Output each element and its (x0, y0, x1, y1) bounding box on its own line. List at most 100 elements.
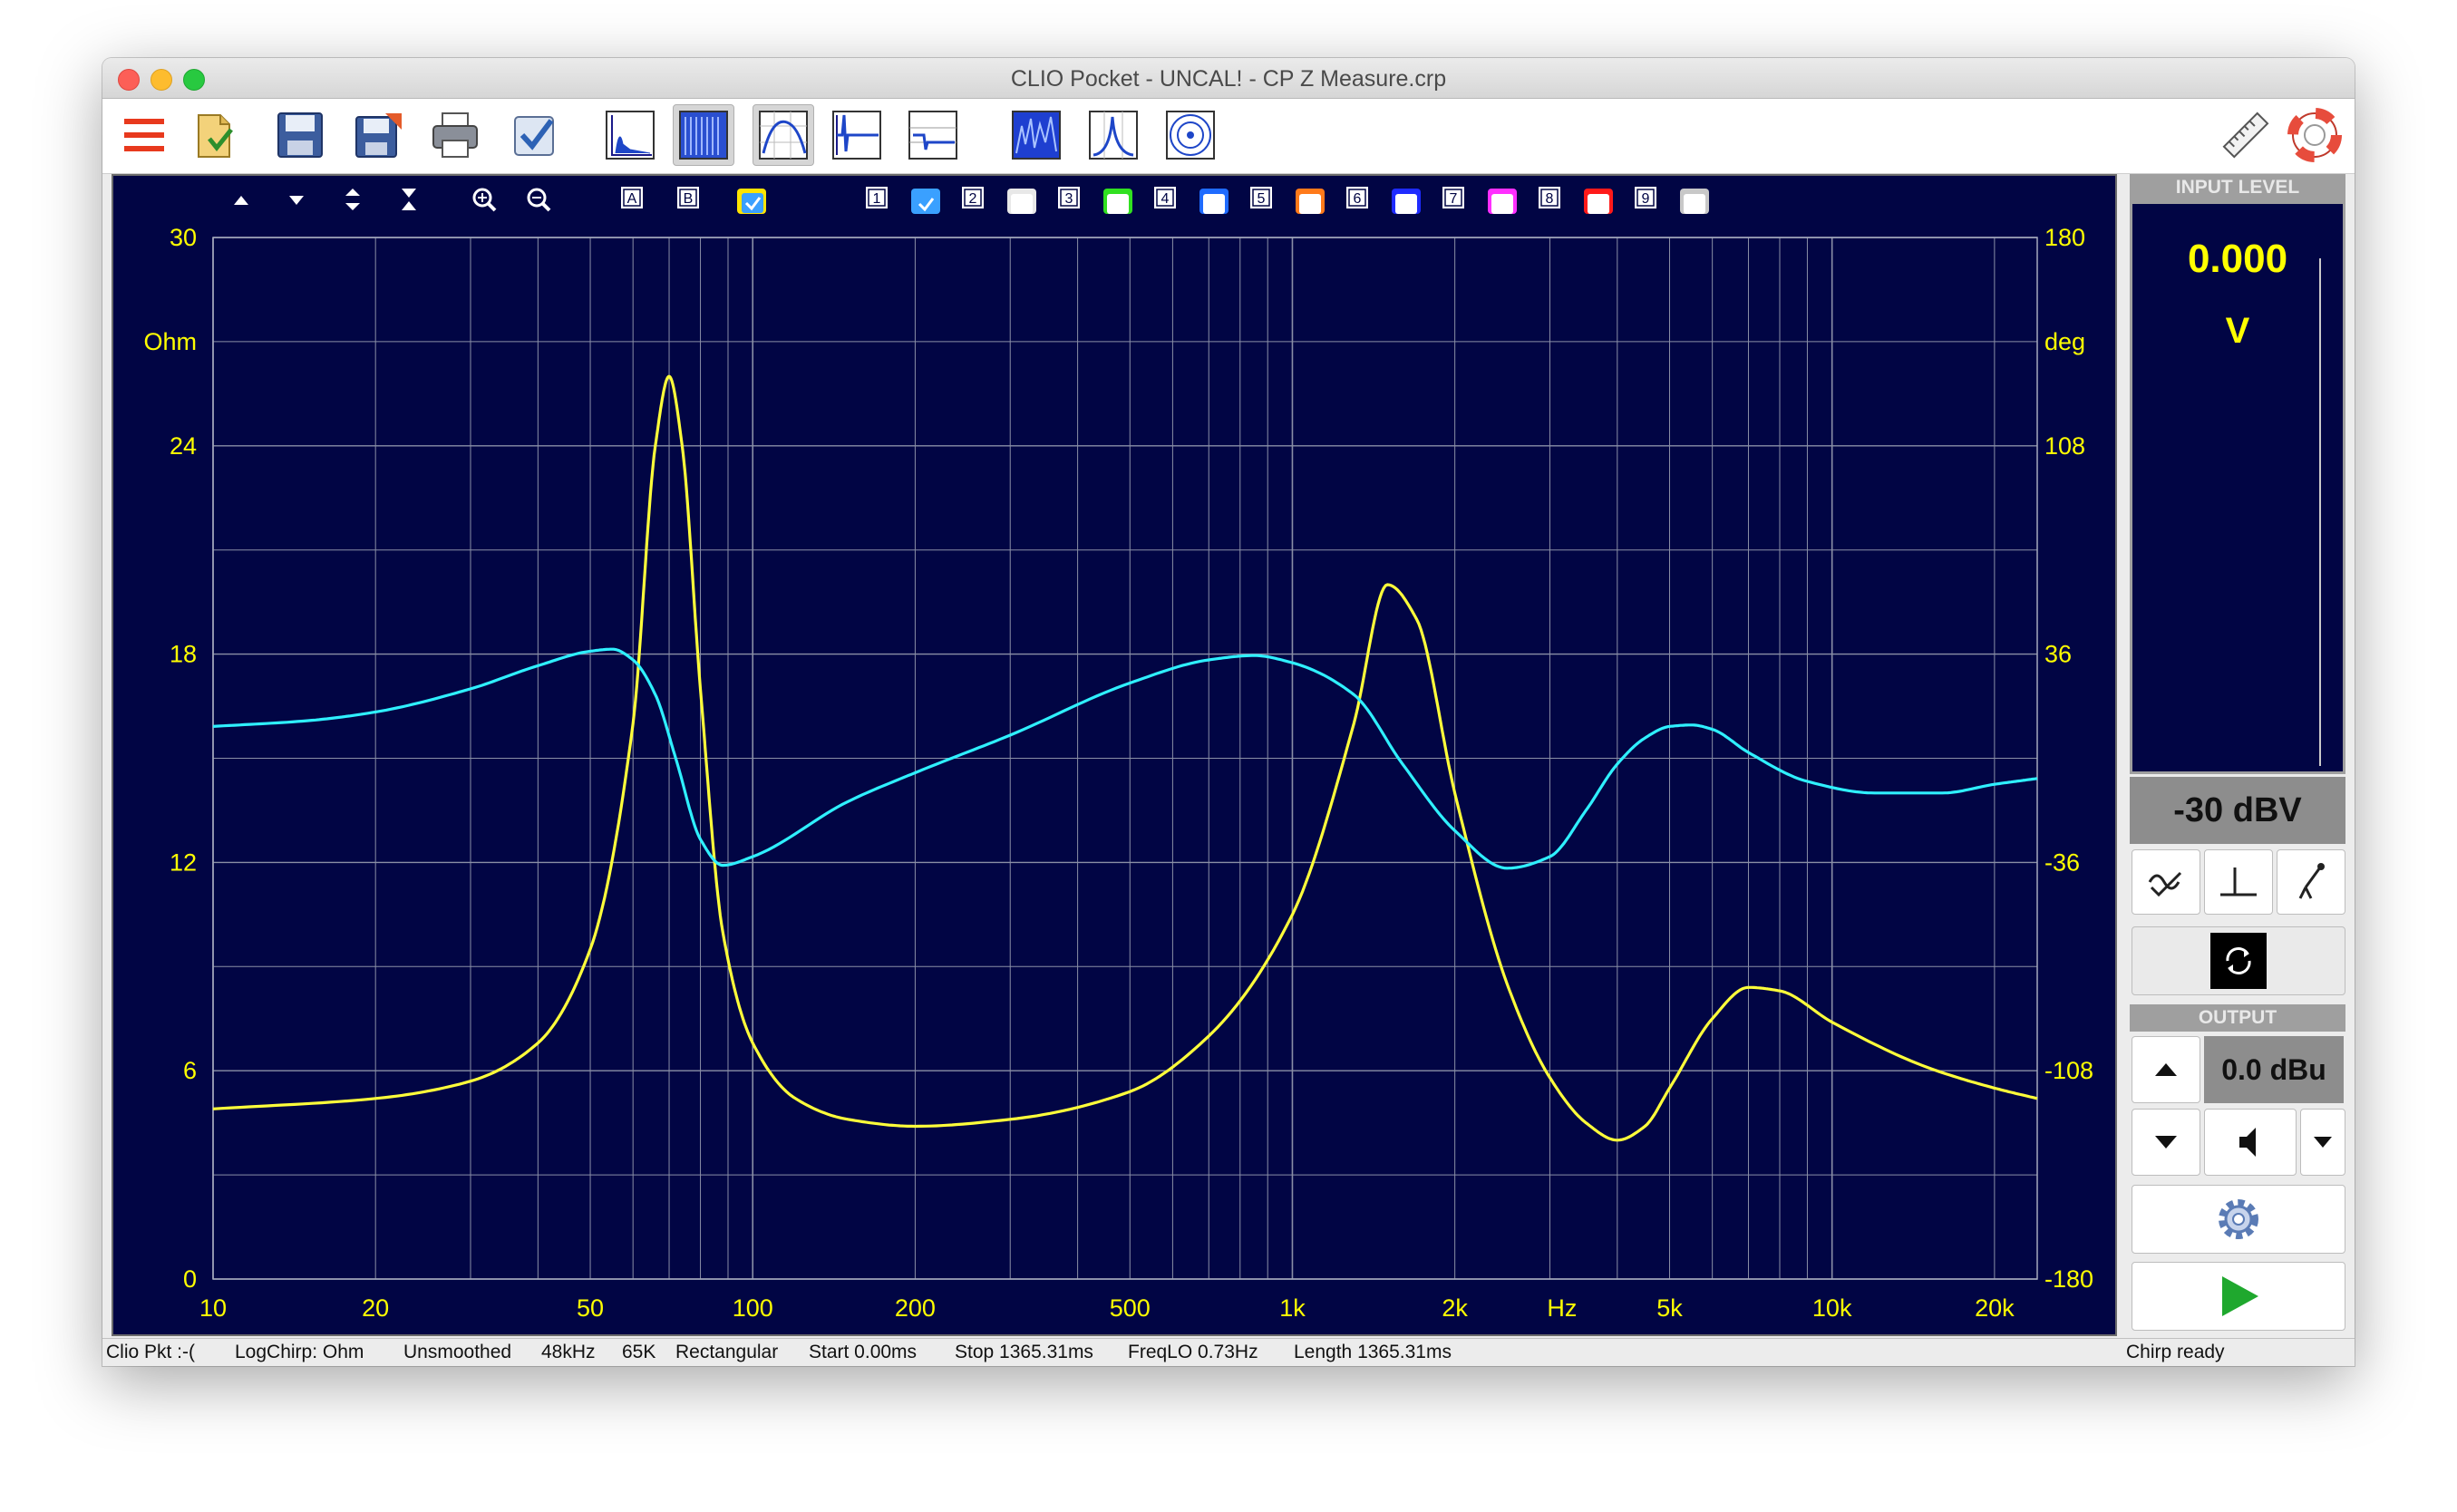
print-button[interactable] (424, 104, 486, 166)
main-toolbar (102, 99, 2355, 174)
y-left-tick-label: 24 (170, 432, 197, 460)
compress-icon (402, 189, 416, 210)
overlay-toggle-1[interactable]: 1 (866, 187, 940, 214)
control-panel: INPUT LEVEL 0.000 V -30 dBV OUTPUT 0.0 d… (2130, 174, 2345, 1334)
output-down-button[interactable] (2132, 1109, 2200, 1176)
settings-button[interactable] (2132, 1185, 2345, 1254)
overlay-checkbox (1203, 194, 1225, 214)
overlay-toggle-6[interactable]: 6 (1346, 187, 1421, 214)
x-tick-label: 500 (1110, 1294, 1151, 1322)
hamburger-icon (124, 119, 164, 151)
zoom-out-button[interactable] (527, 188, 551, 212)
zoom-in-button[interactable] (472, 188, 497, 212)
fft-button[interactable] (599, 104, 661, 166)
polar-button[interactable] (1160, 104, 1221, 166)
x-tick-label: 100 (733, 1294, 773, 1322)
status-window: Rectangular (675, 1342, 779, 1362)
check-button[interactable] (504, 104, 566, 166)
overlay-toggle-7[interactable]: 7 (1442, 187, 1517, 214)
ac-coupling-icon (2148, 871, 2182, 897)
down-arrow-icon (289, 196, 304, 205)
fft-icon (606, 111, 655, 160)
output-level-value[interactable]: 0.0 dBu (2204, 1036, 2344, 1103)
x-unit-label: Hz (1547, 1294, 1577, 1322)
overlay-checkbox (1684, 194, 1705, 214)
compress-button[interactable] (402, 189, 416, 210)
status-stop: Stop 1365.31ms (955, 1342, 1093, 1362)
menu-button[interactable] (113, 104, 175, 166)
checkbox-icon (514, 116, 554, 156)
status-device: Clio Pkt :-( (106, 1342, 196, 1362)
x-tick-label: 10 (199, 1294, 227, 1322)
impulse-icon (2220, 867, 2257, 897)
cursor-b-button[interactable]: B (677, 187, 699, 208)
input-impulse-button[interactable] (2204, 849, 2273, 915)
overlay-toggle-3[interactable]: 3 (1058, 187, 1132, 214)
y-right-unit-label: deg (2044, 328, 2085, 355)
save-as-icon (355, 113, 402, 158)
y-right-tick-label: 108 (2044, 432, 2085, 460)
overlay-toggle-5[interactable]: 5 (1250, 187, 1325, 214)
impulse-button[interactable] (826, 104, 888, 166)
status-start: Start 0.00ms (809, 1342, 918, 1362)
speaker-button[interactable] (2204, 1109, 2297, 1176)
sinusoidal-button[interactable] (753, 104, 814, 166)
overlay-toggle-9[interactable]: 9 (1635, 187, 1709, 214)
plot-grid (212, 237, 2038, 1280)
help-button[interactable] (2284, 104, 2345, 166)
peak-icon (1089, 111, 1138, 160)
open-button[interactable] (186, 104, 248, 166)
y-left-tick-label: 18 (170, 641, 197, 668)
input-level-unit: V (2225, 311, 2250, 351)
status-state: Chirp ready (2126, 1342, 2225, 1362)
cursor-a-button[interactable]: A (621, 187, 643, 208)
plot-toolbar: A B 1 2 3 4 5 6 7 8 9 (234, 187, 1709, 214)
thd-button[interactable] (1083, 104, 1144, 166)
overlay-toggle-8[interactable]: 8 (1539, 187, 1613, 214)
overlay-number: 8 (1546, 191, 1554, 207)
output-up-button[interactable] (2132, 1036, 2200, 1103)
input-range-value[interactable]: -30 dBV (2130, 777, 2345, 844)
step-button[interactable] (902, 104, 964, 166)
x-tick-label: 50 (577, 1294, 604, 1322)
status-rate: 48kHz (541, 1342, 596, 1362)
overlay-toggle-2[interactable]: 2 (962, 187, 1036, 214)
expand-button[interactable] (345, 189, 360, 210)
y-left-tick-label: 0 (183, 1265, 197, 1293)
overlay-number: 1 (873, 191, 881, 207)
overlay-main-toggle[interactable] (737, 189, 766, 214)
overlay-toggle-4[interactable]: 4 (1154, 187, 1228, 214)
waterfall-button[interactable] (1005, 104, 1067, 166)
y-right-tick-label: -180 (2044, 1265, 2093, 1293)
overlay-checkbox (1491, 194, 1513, 214)
plot-canvas: A B 123456789 10 20 50 100 200 500 1k 2k 5k 10k 20… (143, 187, 2093, 1322)
status-mode: LogChirp: Ohm (235, 1342, 364, 1362)
status-length: Length 1365.31ms (1294, 1342, 1452, 1362)
overlay-number: 6 (1354, 191, 1362, 207)
y-right-tick-label: -108 (2044, 1057, 2093, 1084)
x-tick-label: 2k (1442, 1294, 1468, 1322)
scroll-up-button[interactable] (234, 196, 248, 205)
scroll-down-button[interactable] (289, 196, 304, 205)
zoom-out-icon (527, 188, 551, 212)
overlay-checkbox (915, 194, 937, 214)
output-menu-button[interactable] (2300, 1109, 2345, 1176)
impedance-plot[interactable]: A B 123456789 10 20 50 100 200 500 1k 2k 5k 10k 20… (112, 174, 2117, 1336)
overlay-number: 3 (1065, 191, 1073, 207)
loop-button[interactable] (2132, 926, 2345, 995)
microphone-button[interactable] (2277, 849, 2345, 915)
plot-axes: 10 20 50 100 200 500 1k 2k 5k 10k 20k Hz 0 6 12 18 24 30 O… (143, 224, 2093, 1322)
save-button[interactable] (269, 104, 331, 166)
input-level-meter: 0.000 V (2130, 201, 2345, 774)
x-tick-label: 20 (362, 1294, 389, 1322)
play-button[interactable] (2132, 1262, 2345, 1331)
input-coupling-button[interactable] (2132, 849, 2200, 915)
save-as-button[interactable] (347, 104, 409, 166)
rta-button[interactable] (673, 104, 734, 166)
lifebuoy-icon (2287, 108, 2342, 162)
x-tick-label: 20k (1975, 1294, 2015, 1322)
window-title: CLIO Pocket - UNCAL! - CP Z Measure.crp (1010, 66, 1447, 92)
overlay-number: 2 (969, 191, 977, 207)
ruler-button[interactable] (2215, 104, 2277, 166)
cursor-b-label: B (684, 191, 694, 207)
